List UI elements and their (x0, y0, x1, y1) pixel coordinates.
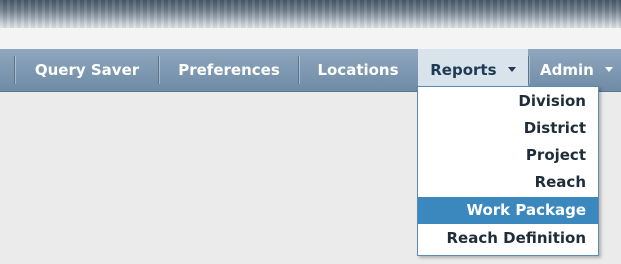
nav-label: Query Saver (34, 61, 140, 79)
nav-admin[interactable]: Admin (530, 49, 621, 91)
menu-item-division[interactable]: Division (418, 88, 598, 115)
nav-label: Reports (430, 61, 497, 79)
nav-label: Admin (540, 61, 594, 79)
header-banner-image (0, 0, 621, 28)
menu-item-reach[interactable]: Reach (418, 169, 598, 196)
nav-label: Locations (317, 61, 399, 79)
menu-item-project[interactable]: Project (418, 142, 598, 169)
nav-separator (158, 56, 159, 84)
reports-dropdown-menu: Division District Project Reach Work Pac… (417, 86, 599, 256)
nav-preferences[interactable]: Preferences (160, 49, 298, 91)
nav-separator (14, 56, 15, 84)
menu-item-work-package[interactable]: Work Package (418, 197, 598, 224)
nav-label: Preferences (178, 61, 280, 79)
menu-item-district[interactable]: District (418, 115, 598, 142)
nav-reports[interactable]: Reports (418, 49, 528, 91)
header-spacer (0, 28, 621, 49)
caret-down-icon (507, 67, 516, 72)
nav-locations[interactable]: Locations (300, 49, 416, 91)
menu-item-reach-definition[interactable]: Reach Definition (418, 225, 598, 252)
caret-down-icon (605, 67, 614, 72)
nav-separator (298, 56, 299, 84)
nav-query-saver[interactable]: Query Saver (16, 49, 158, 91)
nav-separator (528, 56, 529, 84)
